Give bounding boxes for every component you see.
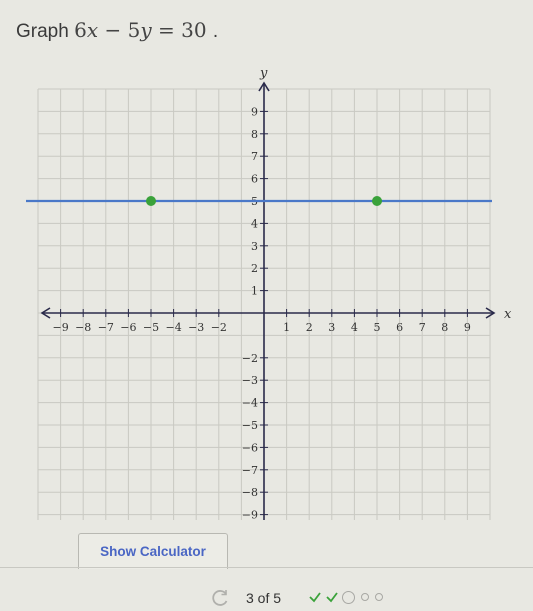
check-icon xyxy=(326,592,338,603)
y-tick-label: 7 xyxy=(251,150,258,163)
progress-text: 3 of 5 xyxy=(246,590,282,606)
x-tick-label: −4 xyxy=(165,321,181,334)
y-tick-label: −6 xyxy=(242,441,258,454)
x-tick-label: 2 xyxy=(306,321,313,334)
pending-question-circle-icon xyxy=(361,593,369,601)
y-tick-label: 2 xyxy=(251,262,258,275)
y-tick-label: −2 xyxy=(242,352,258,365)
prompt-label: Graph xyxy=(16,21,69,42)
divider xyxy=(0,567,533,568)
footer: 3 of 5 xyxy=(0,582,533,610)
y-tick-label: −3 xyxy=(242,374,258,387)
x-tick-label: −9 xyxy=(52,321,68,334)
show-calculator-button[interactable]: Show Calculator xyxy=(78,533,228,569)
x-tick-label: −7 xyxy=(98,321,114,334)
plotted-point[interactable] xyxy=(146,196,156,206)
reload-icon[interactable] xyxy=(210,588,230,608)
y-axis-label: y xyxy=(259,66,268,81)
check-icon xyxy=(309,592,321,603)
x-tick-label: 4 xyxy=(351,321,358,334)
y-tick-label: 3 xyxy=(251,240,258,253)
y-tick-label: −7 xyxy=(242,464,258,477)
coordinate-plane[interactable]: xy−9−8−7−6−5−4−3−2123456789987654321−2−3… xyxy=(0,60,533,545)
prompt-period: . xyxy=(212,21,219,42)
x-tick-label: 6 xyxy=(396,321,403,334)
x-tick-label: −3 xyxy=(188,321,204,334)
y-tick-label: −5 xyxy=(242,419,258,432)
graph-area[interactable]: xy−9−8−7−6−5−4−3−2123456789987654321−2−3… xyxy=(0,60,533,545)
question-prompt: Graph 6x − 5y = 30 . xyxy=(16,18,218,43)
progress-indicator xyxy=(308,590,383,604)
y-tick-label: 1 xyxy=(251,285,258,298)
x-tick-label: 5 xyxy=(374,321,381,334)
current-question-circle-icon xyxy=(342,590,355,604)
equation: 6x − 5y = 30 xyxy=(74,18,207,42)
y-tick-label: 8 xyxy=(251,128,258,141)
y-tick-label: −8 xyxy=(242,486,258,499)
y-tick-label: −9 xyxy=(242,509,258,520)
x-tick-label: −6 xyxy=(120,321,136,334)
x-tick-label: 9 xyxy=(464,321,471,334)
x-tick-label: 3 xyxy=(328,321,335,334)
x-tick-label: −5 xyxy=(143,321,159,334)
x-tick-label: 1 xyxy=(283,321,290,334)
x-axis-label: x xyxy=(504,307,512,322)
plotted-point[interactable] xyxy=(372,196,382,206)
x-tick-label: −8 xyxy=(75,321,91,334)
y-tick-label: 6 xyxy=(251,173,258,186)
x-tick-label: −2 xyxy=(211,321,227,334)
x-tick-label: 7 xyxy=(419,321,426,334)
pending-question-circle-icon xyxy=(375,593,383,601)
y-tick-label: 4 xyxy=(251,217,258,230)
y-tick-label: 9 xyxy=(251,105,258,118)
y-tick-label: −4 xyxy=(242,397,258,410)
x-tick-label: 8 xyxy=(441,321,448,334)
